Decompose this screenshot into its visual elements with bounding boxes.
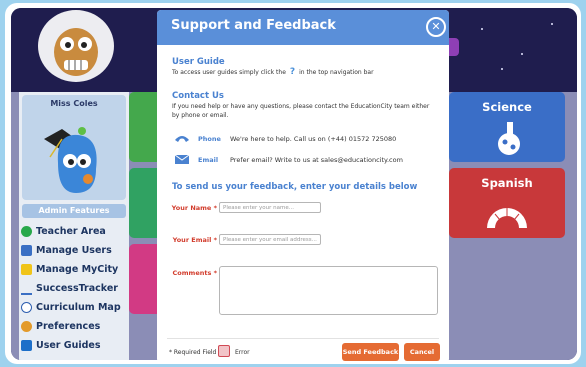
monster-avatar-icon: [44, 127, 97, 193]
sidebar-item-label: Teacher Area: [36, 226, 106, 237]
footer-divider: [167, 338, 439, 339]
error-legend-label: Error: [235, 349, 250, 356]
city-icon: [21, 264, 32, 275]
flask-icon: [498, 122, 520, 155]
help-question-icon: ?: [289, 67, 296, 77]
sidebar-item-label: Manage MyCity: [36, 264, 119, 275]
name-field-label: Your Name *: [171, 204, 217, 212]
user-guides-icon: [21, 340, 32, 351]
preferences-icon: [21, 321, 32, 332]
email-label: Email: [198, 155, 219, 164]
sidebar-item-manage-users[interactable]: Manage Users: [21, 241, 129, 260]
sidebar-item-preferences[interactable]: Preferences: [21, 317, 129, 336]
tracker-icon: [21, 282, 32, 295]
sidebar-item-curriculum-map[interactable]: Curriculum Map: [21, 298, 129, 317]
fan-icon: [487, 208, 527, 228]
error-swatch: [218, 345, 230, 357]
subject-tile-science[interactable]: Science: [449, 92, 565, 162]
sidebar-item-teacher-area[interactable]: Teacher Area: [21, 222, 129, 241]
user-guide-text-end: in the top navigation bar: [299, 69, 374, 76]
subject-tile-spanish[interactable]: Spanish: [449, 168, 565, 238]
curriculum-icon: [21, 302, 32, 313]
phone-row: Phone We're here to help. Call us on (+4…: [174, 134, 396, 144]
user-name: Miss Coles: [50, 99, 98, 108]
spanish-label: Spanish: [481, 176, 533, 190]
email-field-label: Your Email *: [172, 236, 217, 244]
contact-text: If you need help or have any questions, …: [172, 103, 430, 119]
sidebar-item-label: User Guides: [36, 340, 101, 351]
sidebar-item-label: Curriculum Map: [36, 302, 121, 313]
user-guide-heading: User Guide: [172, 57, 225, 67]
phone-label: Phone: [198, 135, 221, 143]
comments-field-label: Comments *: [172, 269, 217, 277]
feedback-heading: To send us your feedback, enter your det…: [172, 182, 418, 192]
admin-features-heading: Admin Features: [22, 204, 126, 218]
profile-card[interactable]: Miss Coles: [22, 95, 126, 200]
email-input[interactable]: Please enter your email address...: [219, 234, 321, 245]
cancel-button[interactable]: Cancel: [404, 343, 440, 361]
sidebar-item-label: SuccessTracker: [36, 283, 118, 294]
support-feedback-dialog: Support and Feedback ✕ User Guide To acc…: [157, 10, 449, 363]
send-feedback-button[interactable]: Send Feedback: [342, 343, 399, 361]
sidebar: Miss Coles Admin Features Teacher Area M…: [19, 92, 129, 360]
phone-icon: [175, 136, 189, 142]
email-row: Email Prefer email? Write to us at sales…: [174, 154, 403, 165]
envelope-icon: [174, 154, 190, 164]
science-label: Science: [482, 100, 532, 114]
users-icon: [21, 245, 32, 256]
user-guide-text-start: To access user guides simply click the: [172, 69, 286, 76]
sidebar-item-successtracker[interactable]: SuccessTracker: [21, 279, 129, 298]
dialog-title: Support and Feedback: [171, 18, 336, 33]
name-input[interactable]: Please enter your name...: [219, 202, 321, 213]
contact-heading: Contact Us: [172, 91, 224, 101]
comments-textarea[interactable]: [219, 266, 438, 315]
dialog-header: Support and Feedback ✕: [157, 10, 449, 45]
email-text[interactable]: Prefer email? Write to us at sales@educa…: [230, 156, 403, 164]
sidebar-item-label: Manage Users: [36, 245, 112, 256]
sidebar-item-label: Preferences: [36, 321, 101, 332]
user-guide-text: To access user guides simply click the? i…: [172, 68, 374, 77]
apple-icon: [21, 226, 32, 237]
phone-text: We're here to help. Call us on (+44) 015…: [230, 135, 397, 143]
sidebar-item-user-guides[interactable]: User Guides: [21, 336, 129, 355]
admin-menu: Teacher Area Manage Users Manage MyCity …: [21, 222, 129, 355]
required-field-note: * Required Field: [169, 349, 217, 356]
sidebar-item-manage-mycity[interactable]: Manage MyCity: [21, 260, 129, 279]
astronaut-mascot-icon: [38, 10, 114, 82]
close-button[interactable]: ✕: [426, 17, 446, 37]
